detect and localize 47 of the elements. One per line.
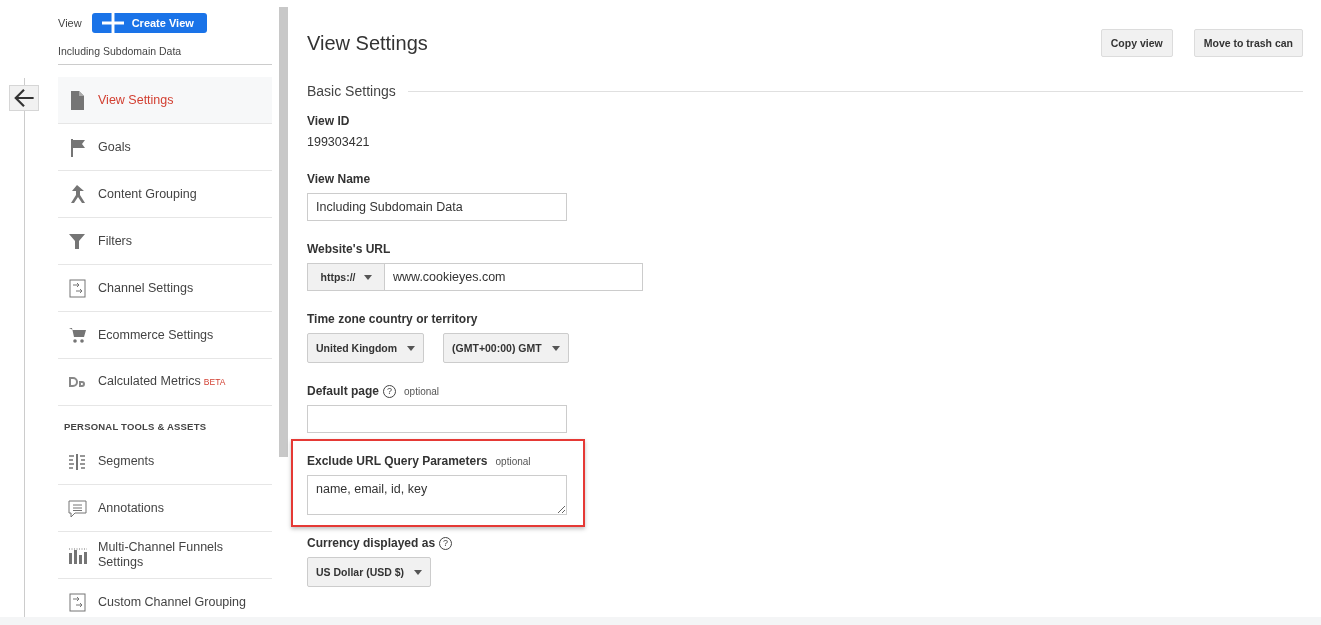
url-field[interactable]: https:// www.cookieyes.com	[307, 263, 643, 291]
sidebar-item[interactable]: View Settings	[58, 77, 272, 124]
text-field[interactable]: Including Subdomain Data	[307, 193, 567, 221]
sidebar-item[interactable]: Multi-Channel Funnels Settings	[58, 532, 272, 579]
protocol-dropdown[interactable]: https://	[308, 264, 385, 290]
sidebar-item[interactable]: Segments	[58, 438, 272, 485]
optional-note: optional	[404, 385, 440, 397]
create-view-button[interactable]: Create View	[91, 13, 207, 33]
dropdown[interactable]: United Kingdom	[307, 333, 425, 363]
caret-icon	[551, 345, 560, 351]
field-label: Default page	[307, 384, 379, 398]
sidebar-item[interactable]: Content Grouping	[58, 171, 272, 218]
caret-icon	[407, 345, 416, 351]
field-label: Currency displayed as	[307, 536, 436, 550]
field-value: 199303421	[307, 135, 371, 151]
sidebar-item[interactable]: Ecommerce Settings	[58, 312, 272, 359]
sliders-icon	[66, 591, 88, 613]
action-button[interactable]: Move to trash can	[1193, 29, 1303, 57]
optional-note: optional	[495, 455, 531, 467]
sliders-icon	[66, 277, 88, 299]
sidebar-item[interactable]: Annotations	[58, 485, 272, 532]
view-name: Including Subdomain Data	[58, 33, 272, 65]
field-label: Website's URL	[307, 242, 391, 256]
section-heading: PERSONAL TOOLS & ASSETS	[63, 420, 208, 434]
dropdown[interactable]: (GMT+00:00) GMT	[443, 333, 569, 363]
action-button[interactable]: Copy view	[1100, 29, 1173, 57]
sidebar-item[interactable]: Goals	[58, 124, 272, 171]
caret-icon	[414, 569, 423, 575]
sidebar-item[interactable]: Calculated Metrics BETA	[58, 359, 272, 406]
view-label: View	[58, 17, 82, 29]
field-label: View Name	[307, 172, 371, 186]
page-title: View Settings	[307, 31, 429, 55]
field-label: View ID	[307, 114, 350, 128]
caret-icon	[363, 274, 372, 280]
dropdown[interactable]: US Dollar (USD $)	[307, 557, 432, 587]
field-label: Time zone country or territory	[307, 312, 478, 326]
back-button[interactable]	[9, 85, 39, 111]
text-area[interactable]: name, email, id, key	[307, 475, 567, 515]
scrollbar[interactable]	[279, 7, 288, 457]
back-arrow-icon	[13, 87, 35, 109]
section-title: Basic Settings	[307, 83, 396, 99]
plus-icon	[101, 12, 124, 34]
sidebar-item[interactable]: Filters	[58, 218, 272, 265]
field-label: Exclude URL Query Parameters	[307, 454, 488, 468]
text-field[interactable]	[307, 405, 567, 433]
sidebar-item[interactable]: Channel Settings	[58, 265, 272, 312]
comment-icon	[66, 497, 88, 519]
